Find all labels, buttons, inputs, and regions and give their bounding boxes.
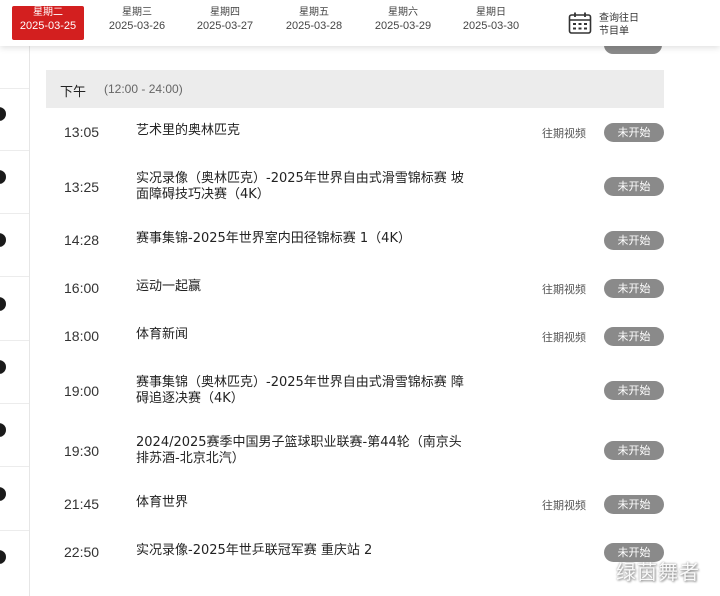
program-title[interactable]: 实况录像-2025年世乒联冠军赛 重庆站 2 [136, 543, 466, 559]
date-tab-date: 2025-03-25 [19, 20, 77, 32]
date-tab-date: 2025-03-30 [462, 20, 520, 32]
date-tab-weekday: 星期四 [210, 7, 240, 18]
circle-icon[interactable] [0, 107, 6, 121]
history-schedule-button[interactable]: 查询往日 节目单 [566, 8, 656, 40]
divider [0, 466, 29, 467]
date-tab-date: 2025-03-28 [285, 20, 343, 32]
divider [0, 403, 29, 404]
watermark: 绿茵舞者 [616, 560, 700, 584]
program-title[interactable]: 体育世界 [136, 495, 466, 511]
date-tab-date: 2025-03-29 [374, 20, 432, 32]
date-tab-date: 2025-03-26 [108, 20, 166, 32]
date-tab-0[interactable]: 星期二 2025-03-25 [12, 6, 84, 40]
program-row[interactable]: 14:28 赛事集锦-2025年世界室内田径锦标赛 1（4K） 未开始 [46, 231, 664, 250]
program-row[interactable]: 16:00 运动一起赢 往期视频 未开始 [46, 279, 664, 298]
date-tab-4[interactable]: 星期六 2025-03-29 [368, 6, 438, 40]
circle-icon[interactable] [0, 170, 6, 184]
circle-icon[interactable] [0, 233, 6, 247]
program-time: 22:50 [64, 544, 100, 560]
program-time: 13:05 [64, 124, 100, 140]
program-time: 16:00 [64, 280, 100, 296]
history-label: 查询往日 节目单 [599, 12, 639, 38]
status-badge: 未开始 [604, 441, 664, 460]
date-bar: 星期二 2025-03-25 星期三 2025-03-26 星期四 2025-0… [0, 0, 720, 46]
status-badge: 未开始 [604, 177, 664, 196]
program-title[interactable]: 赛事集锦-2025年世界室内田径锦标赛 1（4K） [136, 231, 516, 247]
divider [0, 276, 29, 277]
status-badge: 未开始 [604, 381, 664, 400]
date-tab-1[interactable]: 星期三 2025-03-26 [102, 6, 172, 40]
date-tab-weekday: 星期六 [388, 7, 418, 18]
divider [0, 150, 29, 151]
program-title[interactable]: 2024/2025赛季中国男子篮球职业联赛-第44轮（南京头排苏酒-北京北汽） [136, 435, 466, 467]
program-time: 14:28 [64, 232, 100, 248]
program-time: 21:45 [64, 496, 100, 512]
status-badge: 未开始 [604, 495, 664, 514]
program-title[interactable]: 运动一起赢 [136, 279, 466, 295]
history-label-line1: 查询往日 [599, 13, 639, 24]
left-edge-strip [0, 0, 30, 596]
circle-icon[interactable] [0, 297, 6, 311]
program-time: 13:25 [64, 179, 100, 195]
program-row[interactable]: 21:45 体育世界 往期视频 未开始 [46, 495, 664, 514]
divider [0, 88, 29, 89]
program-title[interactable]: 赛事集锦（奥林匹克）-2025年世界自由式滑雪锦标赛 障碍追逐决赛（4K） [136, 375, 466, 407]
section-time-range: (12:00 - 24:00) [104, 82, 183, 96]
history-label-line2: 节目单 [599, 26, 629, 37]
section-header-afternoon: 下午 (12:00 - 24:00) [46, 70, 664, 108]
past-videos-link[interactable]: 往期视频 [542, 281, 586, 297]
program-row[interactable]: 22:50 实况录像-2025年世乒联冠军赛 重庆站 2 未开始 [46, 543, 664, 562]
divider [0, 530, 29, 531]
status-badge: 未开始 [604, 231, 664, 250]
program-row[interactable]: 13:25 实况录像（奥林匹克）-2025年世界自由式滑雪锦标赛 坡面障碍技巧决… [46, 170, 664, 204]
past-videos-link[interactable]: 往期视频 [542, 329, 586, 345]
program-title[interactable]: 艺术里的奥林匹克 [136, 123, 466, 139]
status-badge: 未开始 [604, 279, 664, 298]
section-title: 下午 [60, 85, 87, 100]
past-videos-link[interactable]: 往期视频 [542, 125, 586, 141]
date-tab-weekday: 星期三 [122, 7, 152, 18]
circle-icon[interactable] [0, 360, 6, 374]
date-tab-weekday: 星期二 [33, 7, 63, 18]
date-tab-5[interactable]: 星期日 2025-03-30 [456, 6, 526, 40]
program-time: 18:00 [64, 328, 100, 344]
program-time: 19:00 [64, 383, 100, 399]
status-badge: 未开始 [604, 123, 664, 142]
date-tab-2[interactable]: 星期四 2025-03-27 [190, 6, 260, 40]
program-title[interactable]: 体育新闻 [136, 327, 466, 343]
date-tab-weekday: 星期五 [299, 7, 329, 18]
calendar-icon [568, 12, 592, 34]
divider [0, 340, 29, 341]
program-title[interactable]: 实况录像（奥林匹克）-2025年世界自由式滑雪锦标赛 坡面障碍技巧决赛（4K） [136, 171, 466, 203]
circle-icon[interactable] [0, 550, 6, 564]
date-tab-weekday: 星期日 [476, 7, 506, 18]
program-row[interactable]: 18:00 体育新闻 往期视频 未开始 [46, 327, 664, 346]
divider [0, 213, 29, 214]
status-badge: 未开始 [604, 327, 664, 346]
date-tab-date: 2025-03-27 [196, 20, 254, 32]
past-videos-link[interactable]: 往期视频 [542, 497, 586, 513]
date-tab-3[interactable]: 星期五 2025-03-28 [279, 6, 349, 40]
program-row[interactable]: 19:00 赛事集锦（奥林匹克）-2025年世界自由式滑雪锦标赛 障碍追逐决赛（… [46, 374, 664, 408]
program-row[interactable]: 13:05 艺术里的奥林匹克 往期视频 未开始 [46, 123, 664, 142]
program-row[interactable]: 19:30 2024/2025赛季中国男子篮球职业联赛-第44轮（南京头排苏酒-… [46, 435, 664, 469]
program-time: 19:30 [64, 443, 100, 459]
circle-icon[interactable] [0, 487, 6, 501]
circle-icon[interactable] [0, 423, 6, 437]
